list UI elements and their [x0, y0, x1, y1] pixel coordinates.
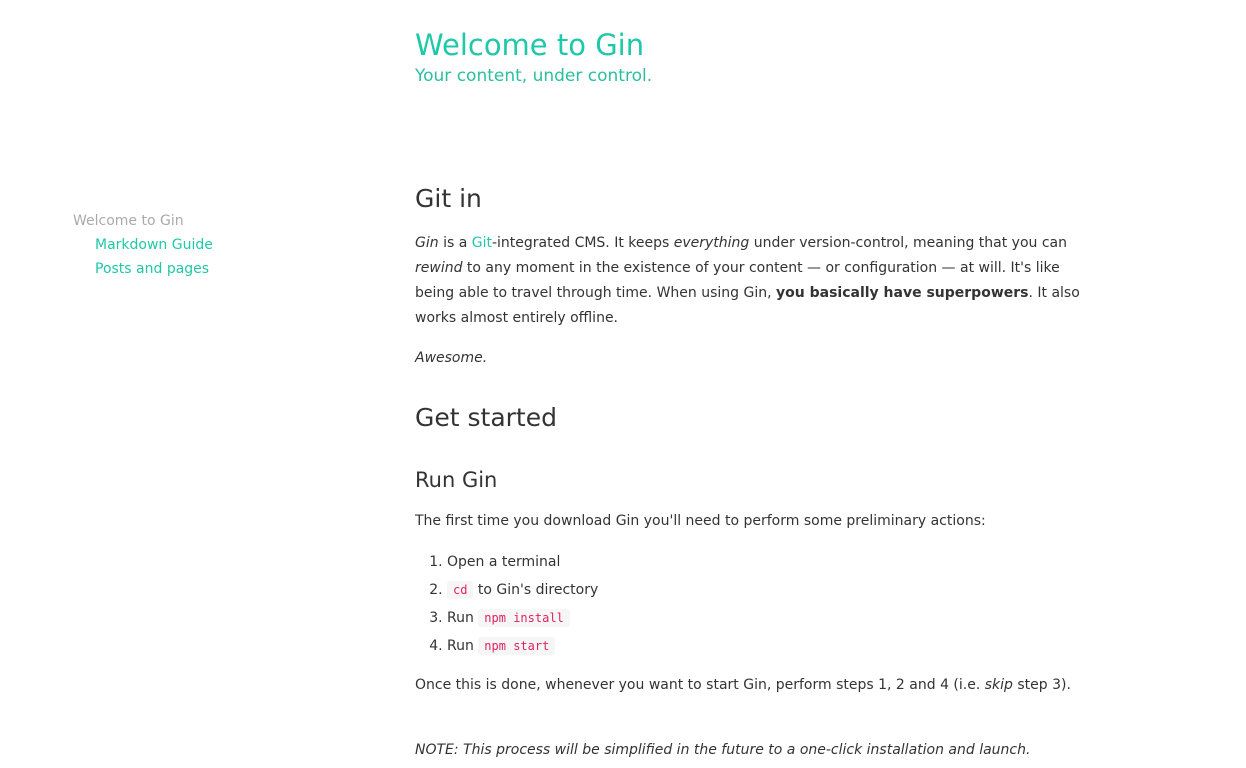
heading-git-in: Git in: [415, 184, 482, 213]
intro-paragraph: Gin is a Git-integrated CMS. It keeps ev…: [415, 231, 1080, 331]
awesome-text: Awesome.: [415, 350, 488, 366]
heading-get-started: Get started: [415, 403, 557, 432]
page: Welcome to Gin Your content, under contr…: [0, 0, 1246, 768]
step-text: Run: [447, 610, 479, 626]
once-paragraph: Once this is done, whenever you want to …: [415, 673, 1080, 698]
skip-emphasis: skip: [984, 677, 1013, 693]
list-item: Run npm start: [447, 632, 598, 660]
awesome-paragraph: Awesome.: [415, 346, 1080, 371]
site-title[interactable]: Welcome to Gin: [415, 26, 644, 64]
note-text: NOTE: This process will be simplified in…: [415, 742, 1031, 758]
list-item: cd to Gin's directory: [447, 576, 598, 604]
inline-code: npm install: [478, 609, 570, 627]
steps-list: Open a terminal cd to Gin's directory Ru…: [415, 548, 598, 660]
inline-code: npm start: [478, 637, 556, 655]
everything-emphasis: everything: [673, 235, 750, 251]
intro-text-2: -integrated CMS. It keeps: [491, 235, 674, 251]
step-text: Open a terminal: [447, 554, 561, 570]
heading-run-gin: Run Gin: [415, 468, 498, 492]
intro-text-1: is a: [438, 235, 472, 251]
sidebar-toc: Welcome to Gin Markdown Guide Posts and …: [73, 209, 213, 281]
inline-code: cd: [447, 581, 474, 599]
step-text: Run: [447, 638, 479, 654]
once-text-2: step 3).: [1012, 677, 1071, 693]
gin-emphasis: Gin: [415, 235, 439, 251]
git-link[interactable]: Git: [472, 235, 492, 251]
step-text: to Gin's directory: [473, 582, 599, 598]
rewind-emphasis: rewind: [415, 260, 463, 276]
toc-item-markdown-guide[interactable]: Markdown Guide: [95, 233, 213, 257]
list-item: Open a terminal: [447, 548, 598, 576]
note-paragraph: NOTE: This process will be simplified in…: [415, 738, 1080, 763]
superpowers-strong: you basically have superpowers: [776, 285, 1029, 301]
toc-item-posts-and-pages[interactable]: Posts and pages: [95, 257, 213, 281]
once-text-1: Once this is done, whenever you want to …: [415, 677, 985, 693]
intro-text-3: under version-control, meaning that you …: [749, 235, 1067, 251]
toc-item-welcome[interactable]: Welcome to Gin: [73, 209, 213, 233]
site-tagline: Your content, under control.: [415, 66, 653, 86]
list-item: Run npm install: [447, 604, 598, 632]
first-time-paragraph: The first time you download Gin you'll n…: [415, 513, 986, 529]
